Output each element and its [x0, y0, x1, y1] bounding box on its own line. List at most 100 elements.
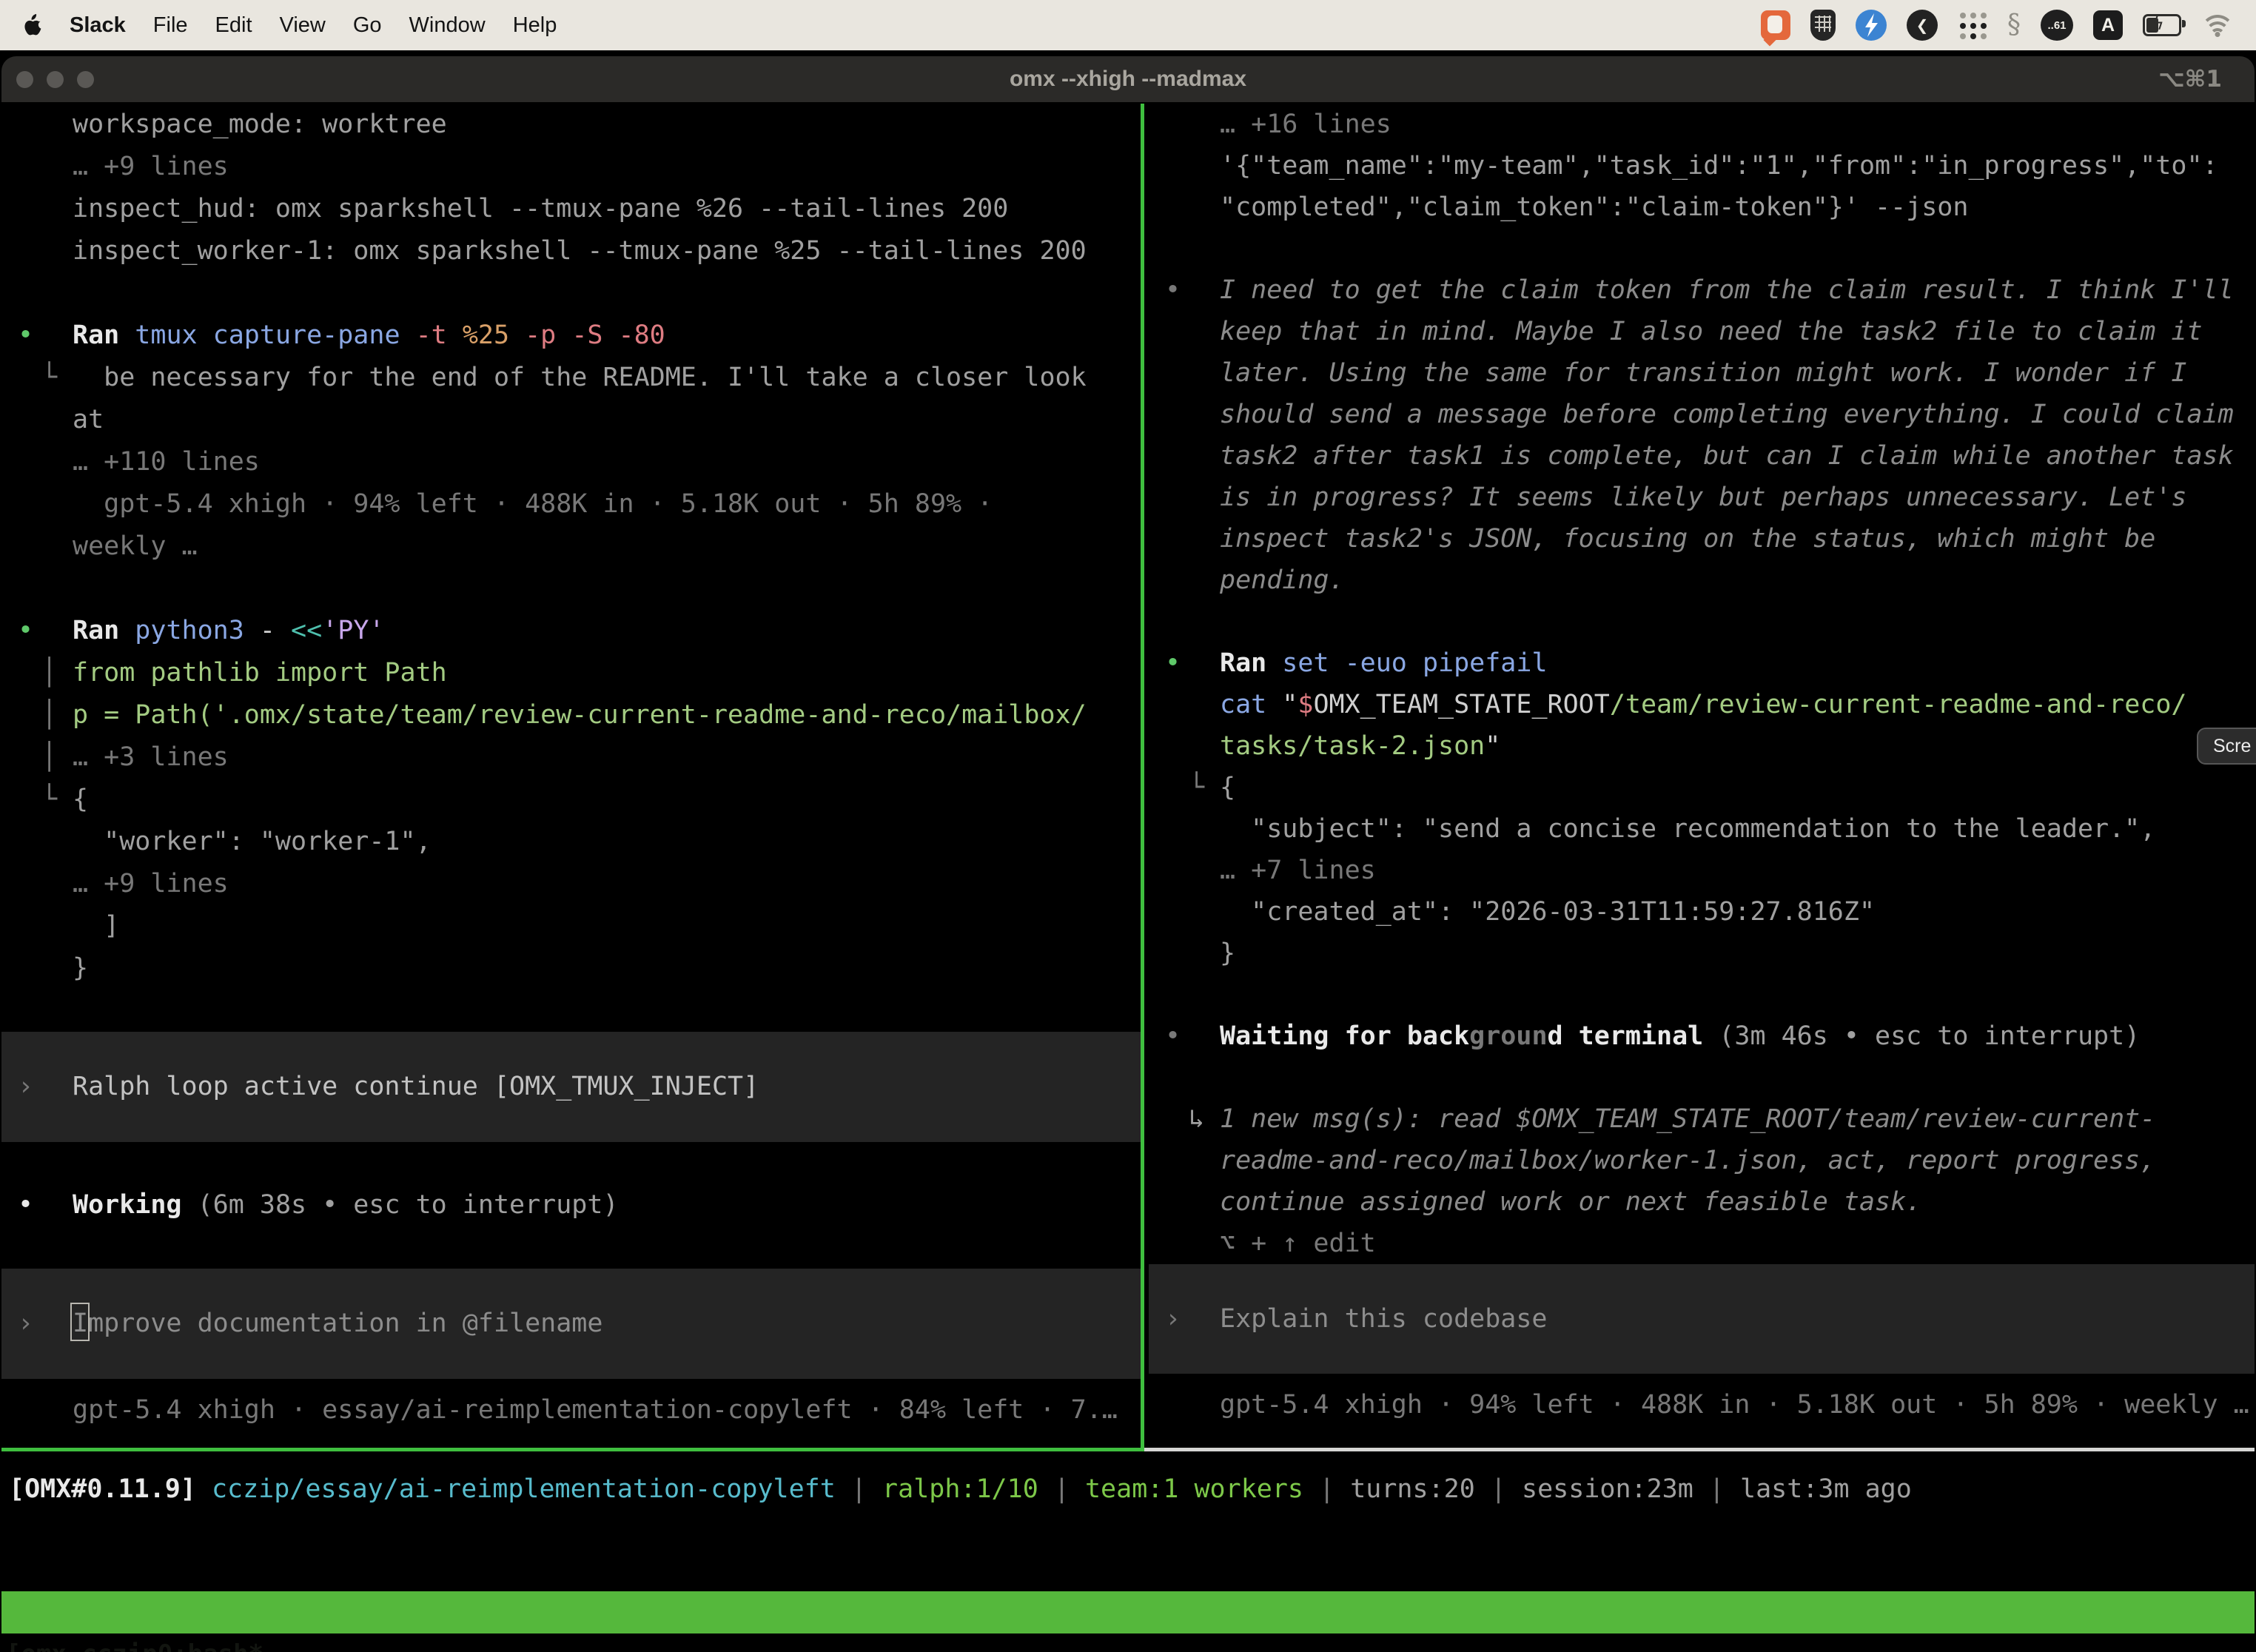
terminal-text-segment: ↳	[1189, 1098, 1204, 1140]
terminal-text-segment: •	[18, 610, 33, 652]
tmux-pane-divider[interactable]	[1141, 104, 1144, 1451]
terminal-line: readme-and-reco/mailbox/worker-1.json, a…	[1149, 1140, 2255, 1181]
terminal-text-segment: … +7 lines	[1220, 856, 1376, 885]
terminal-line: should send a message before completing …	[1149, 394, 2255, 435]
terminal-text-segment: -t	[416, 320, 463, 350]
terminal-text-segment: I	[73, 1309, 88, 1338]
back-arrow-circle-icon[interactable]: ❮	[1907, 10, 1938, 41]
badge-61-icon[interactable]: ..61	[2041, 10, 2073, 41]
menu-file[interactable]: File	[153, 13, 188, 38]
terminal-window: omx --xhigh --madmax ⌥⌘1 workspace_mode:…	[1, 56, 2255, 1652]
terminal-line: cat "$OMX_TEAM_STATE_ROOT/team/review-cu…	[1149, 684, 2255, 725]
terminal-text-segment: •	[1165, 1015, 1181, 1057]
terminal-text-segment: weekly …	[73, 531, 198, 561]
apple-menu-icon[interactable]	[22, 13, 42, 37]
chat-app-icon[interactable]	[1761, 10, 1790, 40]
menu-left: Slack File Edit View Go Window Help	[22, 13, 557, 38]
terminal-text-segment: [OMX#0.11.9]	[9, 1474, 196, 1504]
terminal-text-segment: d terminal	[1548, 1021, 1704, 1051]
terminal-line: •Waiting for background terminal (3m 46s…	[1149, 1015, 2255, 1057]
terminal-line: … +9 lines	[1, 146, 1141, 188]
panel-line: ›Explain this codebase	[1149, 1298, 2255, 1340]
zoom-button[interactable]	[77, 71, 94, 88]
dots-grid-icon[interactable]	[1958, 10, 1987, 40]
menu-edit[interactable]: Edit	[215, 13, 252, 38]
terminal-line	[1, 1142, 1141, 1184]
macos-screen: { "menu_bar": { "app_name": "Slack", "it…	[0, 0, 2256, 1652]
terminal-text-segment: cat	[1220, 690, 1282, 719]
speed-lightning-icon[interactable]	[1856, 10, 1887, 41]
terminal-text-segment: python3	[135, 616, 244, 645]
tmux-session-label[interactable]: [omx-cczip0:bash*	[6, 1633, 263, 1652]
terminal-text-segment: OMX_TEAM_STATE_ROOT	[1313, 690, 1609, 719]
terminal-text-segment: should send a message before completing …	[1220, 400, 2234, 429]
terminal-line: inspect_worker-1: omx sparkshell --tmux-…	[1, 230, 1141, 272]
shield-grid-icon[interactable]	[1810, 10, 1836, 41]
terminal-text-segment: keep that in mind. Maybe I also need the…	[1220, 317, 2203, 346]
terminal-line	[1, 990, 1141, 1032]
menu-help[interactable]: Help	[513, 13, 557, 38]
terminal-text-segment: tmux capture-pane	[135, 320, 415, 350]
minimize-button[interactable]	[47, 71, 64, 88]
terminal-pane-right[interactable]: … +16 lines'{"team_name":"my-team","task…	[1149, 104, 2255, 1495]
window-title: omx --xhigh --madmax	[1010, 67, 1246, 92]
terminal-line: }	[1, 947, 1141, 990]
terminal-line: at	[1, 399, 1141, 441]
terminal-pane-left[interactable]: workspace_mode: worktree… +9 linesinspec…	[1, 104, 1141, 1495]
menu-view[interactable]: View	[280, 13, 326, 38]
pane-border-bottom-left	[1, 1448, 1141, 1451]
terminal-text-segment: Explain this codebase	[1220, 1304, 1548, 1334]
terminal-text-segment: "completed","claim_token":"claim-token"}…	[1220, 192, 1968, 222]
hook-icon[interactable]: §	[2007, 12, 2021, 38]
terminal-text-segment: … +9 lines	[73, 152, 229, 181]
tmux-status-bar: [omx-cczip0:bash* "MacBook-Pro-44.local"…	[1, 1591, 2255, 1633]
terminal-text-segment: (6m 38s • esc to interrupt)	[182, 1190, 619, 1220]
battery-charging-icon[interactable]: ϟ	[2143, 14, 2181, 36]
prompt-input-bar[interactable]: ›Explain this codebase	[1149, 1264, 2255, 1374]
terminal-line: └{	[1, 779, 1141, 821]
terminal-text-segment: continue assigned work or next feasible …	[1220, 1187, 1921, 1217]
menu-window[interactable]: Window	[409, 13, 486, 38]
terminal-text-segment: inspect_hud: omx sparkshell --tmux-pane …	[73, 194, 1008, 224]
terminal-text-segment: last:3m ago	[1740, 1474, 1912, 1504]
terminal-text-segment: "created_at": "2026-03-31T11:59:27.816Z"	[1220, 897, 1875, 927]
terminal-text-segment: │	[41, 652, 57, 694]
terminal-text-segment: "worker": "worker-1",	[73, 827, 432, 856]
terminal-line: keep that in mind. Maybe I also need the…	[1149, 311, 2255, 352]
terminal-text-segment: at	[73, 405, 104, 434]
terminal-line: gpt-5.4 xhigh · essay/ai-reimplementatio…	[1, 1389, 1141, 1431]
terminal-text-segment: gpt-5.4 xhigh · essay/ai-reimplementatio…	[73, 1395, 1118, 1425]
terminal-text-segment: I need to get the claim token from the c…	[1220, 275, 2234, 305]
terminal-line: task2 after task1 is complete, but can I…	[1149, 435, 2255, 477]
terminal-text-segment	[196, 1474, 212, 1504]
terminal-text-segment: inspect_worker-1: omx sparkshell --tmux-…	[73, 236, 1087, 266]
terminal-line: weekly …	[1, 526, 1141, 568]
terminal-text-segment: |	[1303, 1474, 1350, 1504]
close-button[interactable]	[16, 71, 33, 88]
menu-app-name[interactable]: Slack	[70, 13, 126, 38]
terminal-text-segment: is in progress? It seems likely but perh…	[1220, 483, 2186, 512]
terminal-line: ↳1 new msg(s): read $OMX_TEAM_STATE_ROOT…	[1149, 1098, 2255, 1140]
tooltip-text: Scre	[2213, 736, 2251, 757]
terminal-text-segment: ralph:1/10	[882, 1474, 1038, 1504]
menu-bar: Slack File Edit View Go Window Help ❮ § …	[0, 0, 2256, 50]
menu-go[interactable]: Go	[353, 13, 382, 38]
terminal-text-segment: ›	[18, 1303, 33, 1345]
terminal-line: │… +3 lines	[1, 736, 1141, 779]
terminal-text-segment: 'PY'	[322, 616, 384, 645]
wifi-icon[interactable]	[2201, 12, 2234, 38]
terminal-line: •I need to get the claim token from the …	[1149, 269, 2255, 311]
terminal-text-segment: '{"team_name":"my-team","task_id":"1","f…	[1220, 151, 2218, 181]
window-titlebar[interactable]: omx --xhigh --madmax ⌥⌘1	[1, 56, 2255, 102]
terminal-text-segment: └	[41, 779, 57, 821]
panel-line: ›Ralph loop active continue [OMX_TMUX_IN…	[1, 1066, 1141, 1108]
panel-line: ›Improve documentation in @filename	[1, 1303, 1141, 1345]
prompt-input-bar[interactable]: ›Improve documentation in @filename	[1, 1269, 1141, 1379]
terminal-text-segment: /team/review-current-readme-and-reco/	[1610, 690, 2187, 719]
ralph-loop-banner: ›Ralph loop active continue [OMX_TMUX_IN…	[1, 1032, 1141, 1142]
terminal-line: inspect task2's JSON, focusing on the st…	[1149, 518, 2255, 560]
input-source-icon[interactable]: A	[2093, 10, 2123, 40]
pane-footer-status: gpt-5.4 xhigh · 94% left · 488K in · 5.1…	[1149, 1384, 2255, 1426]
terminal-line: "created_at": "2026-03-31T11:59:27.816Z"	[1149, 891, 2255, 933]
terminal-text-segment: readme-and-reco/mailbox/worker-1.json, a…	[1220, 1146, 2155, 1175]
